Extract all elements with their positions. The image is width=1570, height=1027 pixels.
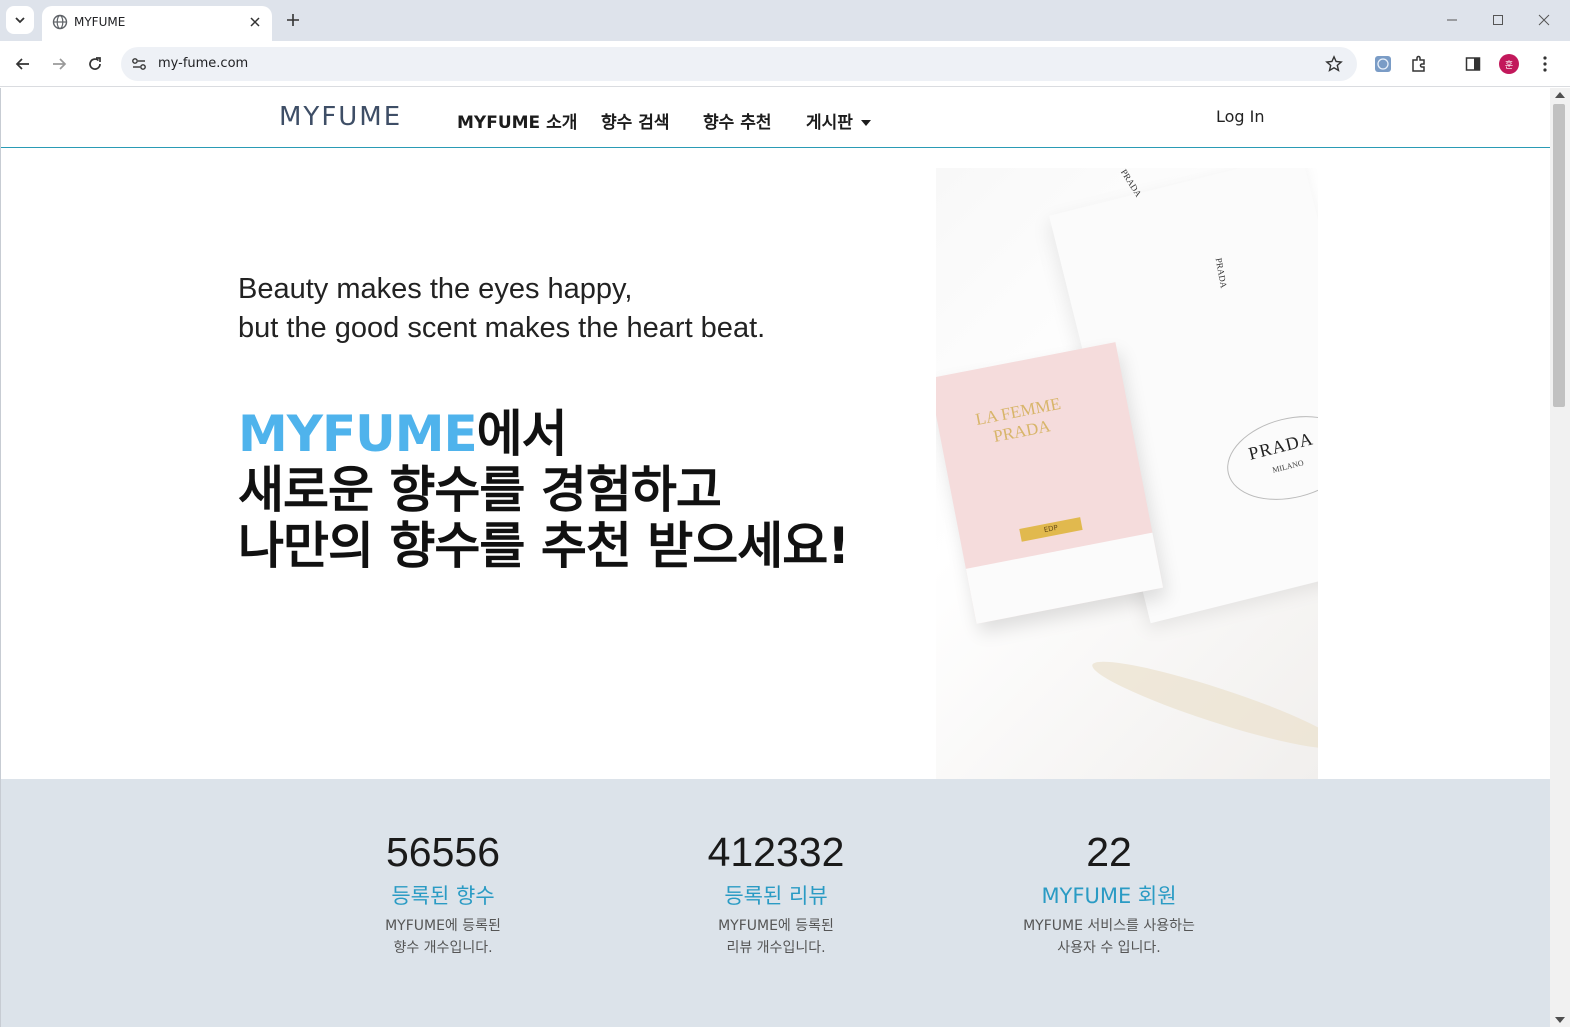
extension-icon (1375, 56, 1391, 72)
stat-description: MYFUME에 등록된 리뷰 개수입니다. (626, 915, 926, 959)
stat-value: 412332 (707, 829, 845, 875)
hero-text: Beauty makes the eyes happy, but the goo… (238, 270, 850, 575)
stat-value: 22 (1086, 829, 1132, 875)
address-bar[interactable]: my-fume.com (121, 47, 1357, 81)
scroll-up-arrow[interactable] (1555, 92, 1565, 98)
scroll-down-arrow[interactable] (1555, 1017, 1565, 1023)
browser-tab-strip: MYFUME (0, 0, 1570, 41)
maximize-icon (1493, 15, 1503, 25)
stat-value: 56556 (385, 829, 500, 875)
stat-desc-line-1: MYFUME에 등록된 (385, 918, 501, 934)
extensions-button[interactable] (1409, 54, 1429, 74)
perfume-box-tag: EDP (1019, 517, 1083, 542)
browser-menu-button[interactable] (1535, 54, 1555, 74)
arrow-right-icon (53, 58, 67, 70)
close-tab-button[interactable] (246, 13, 264, 31)
stat-description: MYFUME에 등록된 향수 개수입니다. (293, 915, 593, 959)
maximize-window-button[interactable] (1486, 8, 1510, 32)
stat-desc-line-2: 사용자 수 입니다. (1057, 940, 1161, 956)
stat-desc-line-2: 리뷰 개수입니다. (726, 940, 826, 956)
nav-recommend-label: 향수 추천 (703, 113, 772, 133)
minimize-window-button[interactable] (1440, 8, 1464, 32)
tab-title: MYFUME (74, 15, 126, 29)
nav-board-label: 게시판 (806, 113, 853, 133)
browser-tab[interactable]: MYFUME (42, 6, 272, 41)
login-link[interactable]: Log In (1216, 107, 1265, 126)
chevron-down-icon (15, 17, 25, 24)
headline-line-1-suffix: 에서 (476, 405, 568, 463)
nav-recommend-link[interactable]: 향수 추천 (703, 108, 771, 133)
stat-desc-line-1: MYFUME 서비스를 사용하는 (1023, 918, 1195, 934)
stat-label: 등록된 향수 (391, 884, 495, 908)
back-button[interactable] (9, 50, 37, 78)
stat-label: 등록된 리뷰 (724, 884, 828, 908)
side-panel-icon (1465, 57, 1481, 71)
nav-board-dropdown[interactable]: 게시판 (806, 108, 871, 133)
stat-desc-line-1: MYFUME에 등록된 (718, 918, 834, 934)
hero-tagline: Beauty makes the eyes happy, but the goo… (238, 270, 849, 348)
url-text: my-fume.com (158, 56, 249, 71)
reload-button[interactable] (81, 50, 109, 78)
ribbon-shape (1087, 648, 1318, 762)
nav-search-link[interactable]: 향수 검색 (601, 108, 669, 133)
scroll-thumb[interactable] (1553, 104, 1565, 407)
page-scrollbar[interactable] (1550, 88, 1570, 1027)
close-window-button[interactable] (1532, 8, 1556, 32)
tab-search-button[interactable] (6, 6, 34, 34)
bag-ribbon-label: PRADA (1118, 168, 1144, 199)
headline-line-3: 나만의 향수를 추천 받으세요! (238, 517, 850, 575)
perfume-box-title: LA FEMME PRADA (974, 394, 1066, 450)
close-icon (1538, 14, 1550, 26)
hero-perfume-image: PRADA PRADA PRADA MILANO LA FEMME PRADA … (936, 168, 1318, 779)
tagline-line-1: Beauty makes the eyes happy, (238, 273, 633, 305)
nav-about-link[interactable]: MYFUME 소개 (457, 108, 577, 133)
headline-brand: MYFUME (238, 405, 478, 463)
minimize-icon (1447, 19, 1457, 21)
new-tab-button[interactable] (281, 8, 305, 32)
side-panel-button[interactable] (1463, 54, 1483, 74)
caret-down-icon (860, 120, 871, 126)
plus-icon (287, 14, 299, 26)
headline-line-2: 새로운 향수를 경험하고 (238, 461, 722, 519)
stats-section: 56556 등록된 향수 MYFUME에 등록된 향수 개수입니다. 41233… (1, 779, 1550, 1027)
arrow-left-icon (15, 58, 29, 70)
puzzle-icon (1412, 55, 1425, 72)
stat-label: MYFUME 회원 (1041, 884, 1177, 908)
stat-perfumes: 56556 등록된 향수 MYFUME에 등록된 향수 개수입니다. (293, 827, 593, 959)
site-settings-icon[interactable] (130, 55, 148, 73)
bookmark-star-icon[interactable] (1325, 55, 1343, 73)
profile-avatar[interactable]: 훈 (1499, 54, 1519, 74)
extension-globe-icon[interactable] (1373, 54, 1393, 74)
perfume-box-bottom (965, 532, 1164, 624)
forward-button[interactable] (45, 50, 73, 78)
stat-members: 22 MYFUME 회원 MYFUME 서비스를 사용하는 사용자 수 입니다. (959, 827, 1259, 959)
globe-icon (52, 14, 68, 30)
site-logo[interactable]: MYFUME (279, 102, 402, 132)
browser-toolbar: my-fume.com (0, 41, 1570, 87)
headline-line-1: MYFUME에서 (238, 406, 849, 462)
tagline-line-2: but the good scent makes the heart beat. (238, 312, 766, 344)
stat-description: MYFUME 서비스를 사용하는 사용자 수 입니다. (959, 915, 1259, 959)
stat-reviews: 412332 등록된 리뷰 MYFUME에 등록된 리뷰 개수입니다. (626, 827, 926, 959)
stat-desc-line-2: 향수 개수입니다. (393, 940, 493, 956)
page-viewport: MYFUME MYFUME 소개 향수 검색 향수 추천 게시판 Log In … (0, 88, 1550, 1027)
close-icon (250, 17, 260, 27)
reload-icon (89, 57, 101, 70)
hero-headline: MYFUME에서 새로운 향수를 경험하고 나만의 향수를 추천 받으세요! (238, 406, 850, 575)
site-navbar: MYFUME MYFUME 소개 향수 검색 향수 추천 게시판 Log In (1, 88, 1550, 148)
more-vertical-icon (1543, 56, 1547, 72)
